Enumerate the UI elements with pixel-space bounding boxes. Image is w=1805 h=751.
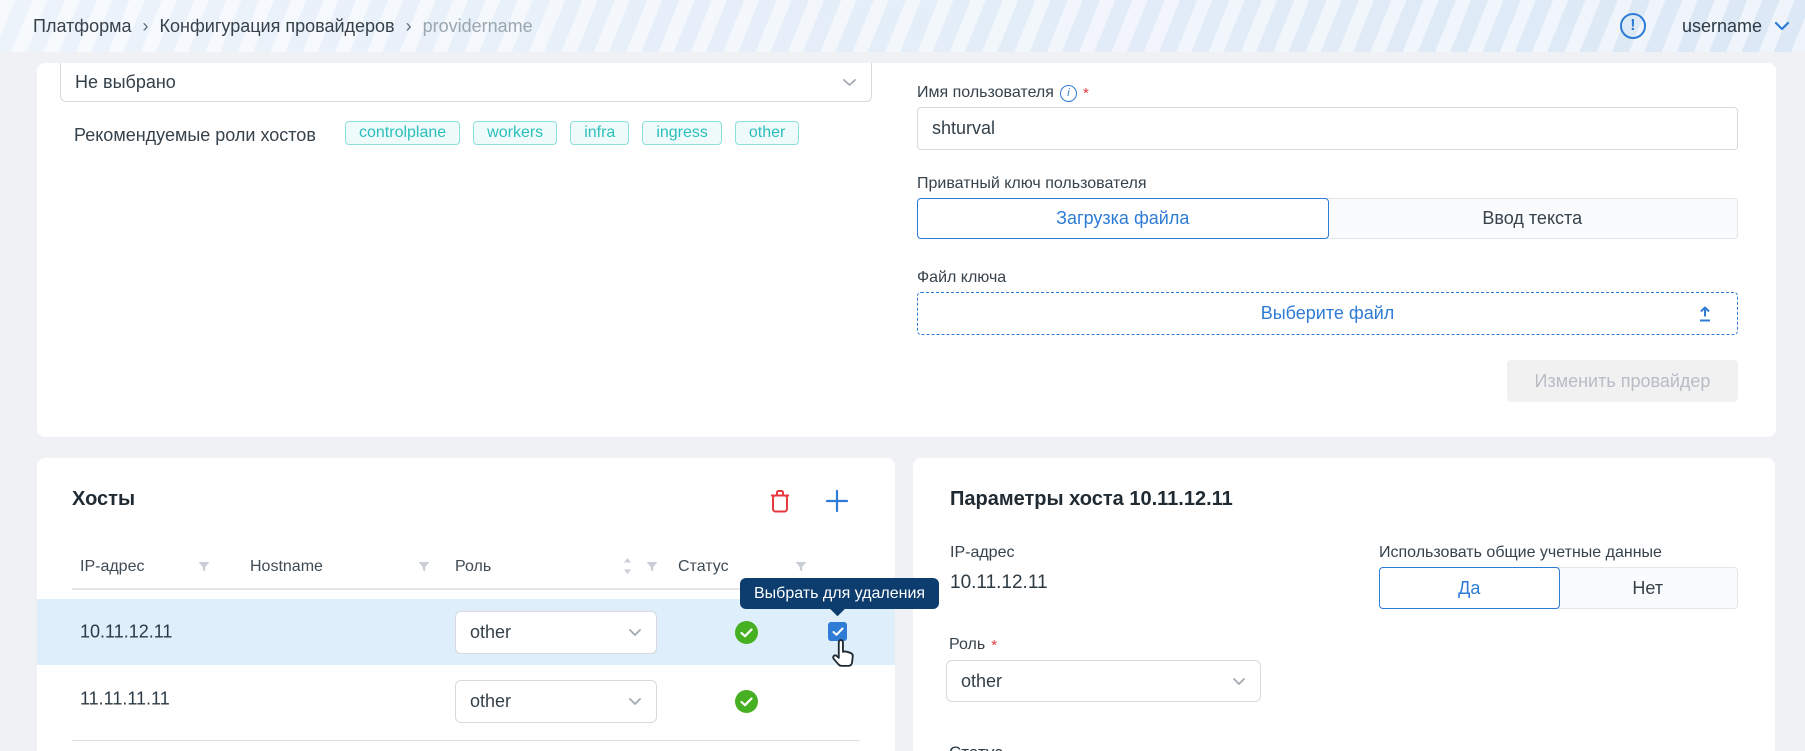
user-name: username	[1681, 15, 1762, 36]
sort-icon[interactable]	[621, 556, 634, 576]
params-role-value: other	[961, 670, 1003, 691]
delete-hosts-icon[interactable]	[769, 489, 791, 514]
key-tab-text-input[interactable]: Ввод текста	[1328, 199, 1738, 238]
filter-icon[interactable]	[645, 560, 659, 574]
status-ok-icon	[735, 621, 758, 644]
host-role-value: other	[470, 622, 512, 642]
breadcrumb-providers-config[interactable]: Конфигурация провайдеров	[160, 16, 395, 37]
params-next-field-label-clipped: Статус	[949, 743, 1003, 751]
row-select-checkbox[interactable]	[828, 622, 847, 641]
params-ip-value: 10.11.12.11	[950, 572, 1048, 593]
provider-form-card: Не выбрано Рекомендуемые роли хостов con…	[37, 63, 1776, 437]
host-ip: 11.11.11.11	[80, 688, 170, 709]
required-mark: *	[991, 636, 998, 654]
hosts-title: Хосты	[72, 488, 136, 510]
key-tab-file-upload[interactable]: Загрузка файла	[917, 198, 1329, 239]
recommended-roles-label-text: Рекомендуемые роли хостов	[74, 125, 316, 145]
role-tag-workers: workers	[473, 121, 558, 145]
info-icon[interactable]: i	[1059, 84, 1077, 102]
private-key-mode-toggle: Загрузка файла Ввод текста	[917, 198, 1738, 239]
cluster-select-value: Не выбрано	[75, 71, 176, 92]
delete-selection-tooltip: Выбрать для удаления	[740, 578, 940, 609]
shared-credentials-label-text: Использовать общие учетные данные	[1379, 544, 1662, 561]
breadcrumb-platform[interactable]: Платформа	[33, 16, 132, 37]
col-status-header[interactable]: Статус	[678, 558, 729, 576]
chevron-down-icon	[843, 78, 856, 86]
private-key-label: Приватный ключ пользователя	[917, 175, 1147, 193]
filter-icon[interactable]	[794, 560, 808, 574]
filter-icon[interactable]	[197, 560, 211, 574]
username-input[interactable]	[917, 107, 1738, 150]
col-role-header[interactable]: Роль	[455, 558, 491, 576]
role-tags-row: controlplane workers infra ingress other	[345, 121, 800, 145]
shared-credentials-no[interactable]: Нет	[1559, 568, 1738, 608]
host-role-select[interactable]: other	[455, 680, 657, 723]
key-file-label: Файл ключа	[917, 269, 1006, 287]
file-upload-zone-label: Выберите файл	[1260, 303, 1395, 323]
host-role-value: other	[470, 691, 512, 711]
filter-icon[interactable]	[417, 560, 431, 574]
top-bar: Платформа › Конфигурация провайдеров › p…	[0, 0, 1805, 52]
key-file-label-text: Файл ключа	[917, 269, 1007, 286]
breadcrumb-provider-name: providername	[422, 15, 533, 36]
table-bottom-divider	[72, 740, 860, 741]
params-role-select[interactable]: other	[946, 660, 1261, 702]
cluster-select[interactable]: Не выбрано	[60, 63, 872, 102]
user-menu[interactable]: username	[1682, 16, 1790, 37]
params-ip-label-text: IP-адрес	[950, 544, 1015, 561]
status-ok-icon	[735, 690, 758, 713]
breadcrumb-separator-icon: ›	[405, 15, 412, 36]
role-tag-other: other	[734, 121, 800, 145]
add-host-icon[interactable]	[823, 487, 851, 515]
params-role-label: Роль *	[949, 636, 997, 654]
shared-credentials-label: Использовать общие учетные данные	[1379, 544, 1662, 562]
file-upload-zone[interactable]: Выберите файл	[917, 292, 1738, 335]
host-params-title: Параметры хоста 10.11.12.11	[950, 488, 1233, 510]
page-root: Платформа › Конфигурация провайдеров › p…	[0, 0, 1805, 751]
chevron-down-icon	[1774, 21, 1790, 31]
alert-icon[interactable]: !	[1619, 13, 1646, 39]
breadcrumb-separator-icon: ›	[142, 15, 149, 36]
recommended-roles-label: Рекомендуемые роли хостов	[74, 125, 316, 146]
username-label-text: Имя пользователя	[917, 84, 1054, 101]
role-tag-ingress: ingress	[642, 121, 722, 145]
col-ip-header[interactable]: IP-адрес	[80, 558, 144, 576]
col-hostname-header[interactable]: Hostname	[250, 558, 323, 576]
params-role-label-text: Роль	[949, 636, 986, 653]
params-ip-label: IP-адрес	[950, 544, 1014, 562]
chevron-down-icon	[629, 698, 641, 705]
chevron-down-icon	[1233, 677, 1245, 685]
chevron-down-icon	[629, 629, 641, 636]
change-provider-button[interactable]: Изменить провайдер	[1507, 360, 1738, 402]
shared-credentials-toggle: Да Нет	[1379, 567, 1738, 609]
topbar-right: ! username	[1619, 0, 1790, 52]
role-tag-infra: infra	[570, 121, 630, 145]
shared-credentials-yes[interactable]: Да	[1379, 567, 1560, 609]
host-ip: 10.11.12.11	[80, 621, 173, 642]
host-role-select[interactable]: other	[455, 611, 657, 654]
upload-icon	[1700, 306, 1710, 321]
breadcrumb: Платформа › Конфигурация провайдеров › p…	[33, 0, 533, 52]
private-key-label-text: Приватный ключ пользователя	[917, 175, 1147, 192]
username-label: Имя пользователя i *	[917, 84, 1089, 102]
host-params-card: Параметры хоста 10.11.12.11 IP-адрес 10.…	[913, 458, 1775, 751]
required-mark: *	[1082, 84, 1089, 102]
role-tag-controlplane: controlplane	[345, 121, 461, 145]
host-row-11-11-11-11[interactable]: 11.11.11.11 other	[37, 666, 895, 732]
